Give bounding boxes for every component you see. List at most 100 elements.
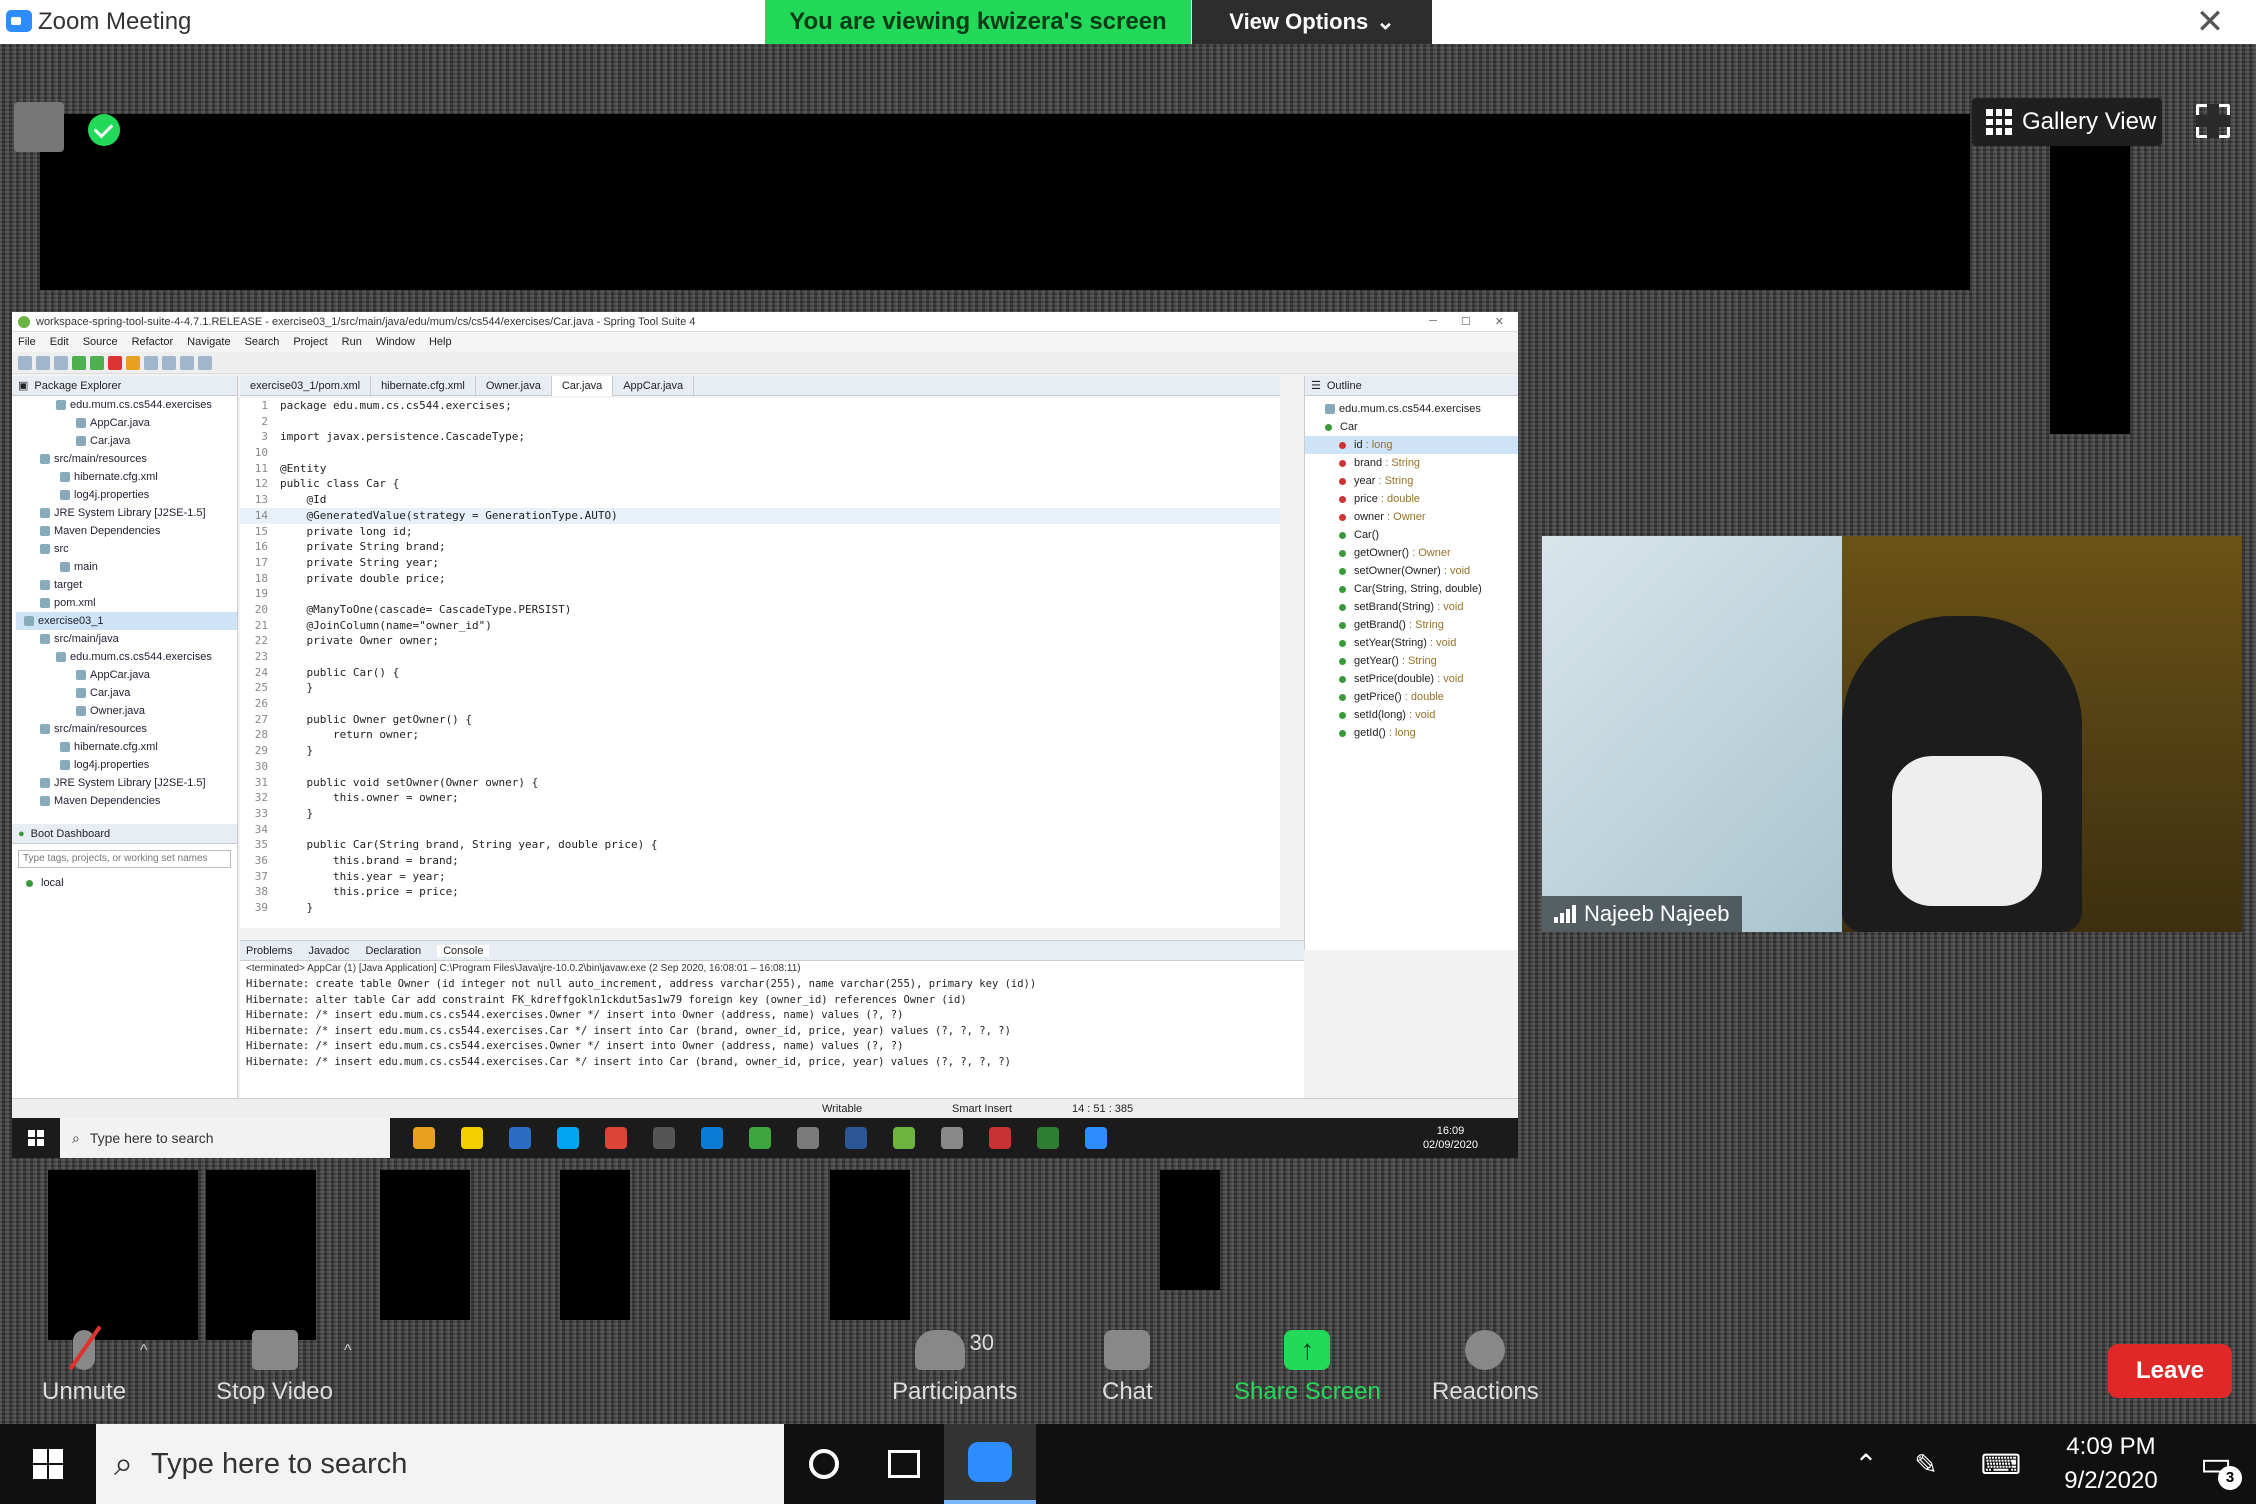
boot-dashboard-search-input[interactable]: Type tags, projects, or working set name… — [18, 850, 231, 868]
menu-run[interactable]: Run — [342, 336, 362, 348]
tree-item[interactable]: JRE System Library [J2SE-1.5] — [16, 504, 237, 522]
boot-dashboard-local[interactable]: local — [12, 874, 237, 892]
taskbar-app-icon[interactable] — [893, 1127, 915, 1149]
tree-item[interactable]: hibernate.cfg.xml — [16, 468, 237, 486]
fullscreen-icon[interactable] — [2196, 104, 2230, 138]
tree-item[interactable]: main — [16, 558, 237, 576]
close-icon[interactable]: ✕ — [1495, 315, 1504, 328]
outline-package[interactable]: edu.mum.cs.cs544.exercises — [1305, 400, 1518, 418]
taskbar-app-icon[interactable] — [605, 1127, 627, 1149]
tree-item[interactable]: Owner.java — [16, 702, 237, 720]
taskbar-app-icon[interactable] — [749, 1127, 771, 1149]
outline-member[interactable]: brand : String — [1305, 454, 1518, 472]
tree-item[interactable]: src — [16, 540, 237, 558]
taskbar-app-icon[interactable] — [1085, 1127, 1107, 1149]
self-view-thumbnail[interactable] — [14, 102, 64, 152]
tree-item[interactable]: edu.mum.cs.cs544.exercises — [16, 648, 237, 666]
tab-appcar-java[interactable]: AppCar.java — [613, 375, 695, 396]
start-button[interactable] — [0, 1449, 96, 1479]
reactions-button[interactable]: Reactions — [1432, 1330, 1539, 1406]
tree-item[interactable]: Maven Dependencies — [16, 792, 237, 810]
tab-console[interactable]: Console — [437, 944, 490, 957]
outline-member[interactable]: setPrice(double) : void — [1305, 670, 1518, 688]
outline-member[interactable]: Car() — [1305, 526, 1518, 544]
outline-member[interactable]: setOwner(Owner) : void — [1305, 562, 1518, 580]
show-hidden-icons-icon[interactable]: ⌃ — [1836, 1424, 1896, 1504]
tab-declaration[interactable]: Declaration — [365, 945, 421, 957]
taskbar-search-box[interactable]: ⌕ Type here to search — [96, 1424, 784, 1504]
tab-hibernate-cfg[interactable]: hibernate.cfg.xml — [371, 375, 476, 396]
tree-item-selected[interactable]: exercise03_1 — [16, 612, 237, 630]
audio-options-caret[interactable]: ^ — [140, 1342, 148, 1360]
gallery-view-button[interactable]: Gallery View — [1972, 98, 2162, 146]
notification-center-icon[interactable]: ▭ 3 — [2176, 1424, 2256, 1504]
save-icon[interactable] — [36, 355, 50, 370]
leave-button[interactable]: Leave — [2108, 1344, 2232, 1398]
remote-search-box[interactable]: ⌕ Type here to search — [60, 1118, 390, 1158]
forward-icon[interactable] — [198, 355, 212, 370]
maximize-icon[interactable]: ☐ — [1461, 315, 1471, 328]
taskbar-app-icon[interactable] — [413, 1127, 435, 1149]
tree-item[interactable]: edu.mum.cs.cs544.exercises — [16, 396, 237, 414]
taskbar-app-icon[interactable] — [941, 1127, 963, 1149]
menu-source[interactable]: Source — [83, 336, 118, 348]
open-type-icon[interactable] — [162, 355, 176, 370]
debug-icon[interactable] — [72, 355, 86, 370]
video-options-caret[interactable]: ^ — [344, 1342, 352, 1360]
share-screen-button[interactable]: Share Screen — [1234, 1330, 1381, 1406]
tab-problems[interactable]: Problems — [246, 945, 292, 957]
outline-member[interactable]: getPrice() : double — [1305, 688, 1518, 706]
taskbar-app-icon[interactable] — [509, 1127, 531, 1149]
tree-item[interactable]: src/main/resources — [16, 720, 237, 738]
search-icon[interactable] — [144, 355, 158, 370]
build-icon[interactable] — [126, 355, 140, 370]
outline-member[interactable]: owner : Owner — [1305, 508, 1518, 526]
new-icon[interactable] — [18, 355, 32, 370]
zoom-taskbar-app[interactable] — [944, 1424, 1036, 1504]
outline-member[interactable]: year : String — [1305, 472, 1518, 490]
package-explorer-header[interactable]: ▣ Package Explorer — [12, 376, 237, 396]
boot-dashboard-header[interactable]: ● Boot Dashboard — [12, 824, 237, 844]
outline-member[interactable]: getId() : long — [1305, 724, 1518, 742]
tree-item[interactable]: AppCar.java — [16, 666, 237, 684]
tree-item[interactable]: target — [16, 576, 237, 594]
taskbar-app-icon[interactable] — [461, 1127, 483, 1149]
run-icon[interactable] — [90, 355, 104, 370]
menu-window[interactable]: Window — [376, 336, 415, 348]
pen-icon[interactable]: ✎ — [1896, 1424, 1956, 1504]
back-icon[interactable] — [180, 355, 194, 370]
save-all-icon[interactable] — [54, 355, 68, 370]
stop-icon[interactable] — [108, 355, 122, 370]
tab-javadoc[interactable]: Javadoc — [308, 945, 349, 957]
tab-pom-xml[interactable]: exercise03_1/pom.xml — [240, 375, 372, 396]
taskbar-app-icon[interactable] — [845, 1127, 867, 1149]
tree-item[interactable]: pom.xml — [16, 594, 237, 612]
participants-button[interactable]: 30 Participants — [892, 1330, 1017, 1406]
outline-class[interactable]: Car — [1305, 418, 1518, 436]
console-output[interactable]: Hibernate: create table Owner (id intege… — [240, 977, 1304, 1070]
outline-header[interactable]: ☰ Outline — [1305, 376, 1518, 396]
outline-member[interactable]: Car(String, String, double) — [1305, 580, 1518, 598]
unmute-button[interactable]: Unmute — [42, 1330, 126, 1406]
tree-item[interactable]: log4j.properties — [16, 486, 237, 504]
tree-item[interactable]: Car.java — [16, 432, 237, 450]
close-icon[interactable]: ✕ — [2190, 2, 2230, 42]
tree-item[interactable]: AppCar.java — [16, 414, 237, 432]
taskbar-app-icon[interactable] — [797, 1127, 819, 1149]
tree-item[interactable]: Maven Dependencies — [16, 522, 237, 540]
tree-item[interactable]: log4j.properties — [16, 756, 237, 774]
outline-member[interactable]: setBrand(String) : void — [1305, 598, 1518, 616]
taskbar-app-icon[interactable] — [701, 1127, 723, 1149]
tab-car-java[interactable]: Car.java — [551, 375, 614, 396]
stop-video-button[interactable]: Stop Video — [216, 1330, 333, 1406]
menu-refactor[interactable]: Refactor — [132, 336, 174, 348]
menu-search[interactable]: Search — [245, 336, 280, 348]
minimize-icon[interactable]: ─ — [1429, 315, 1437, 328]
menu-navigate[interactable]: Navigate — [187, 336, 230, 348]
cortana-button[interactable] — [784, 1424, 864, 1504]
taskbar-app-icon[interactable] — [557, 1127, 579, 1149]
tab-owner-java[interactable]: Owner.java — [476, 375, 552, 396]
outline-member[interactable]: getBrand() : String — [1305, 616, 1518, 634]
participant-video[interactable] — [1542, 536, 2242, 932]
tree-item[interactable]: src/main/java — [16, 630, 237, 648]
